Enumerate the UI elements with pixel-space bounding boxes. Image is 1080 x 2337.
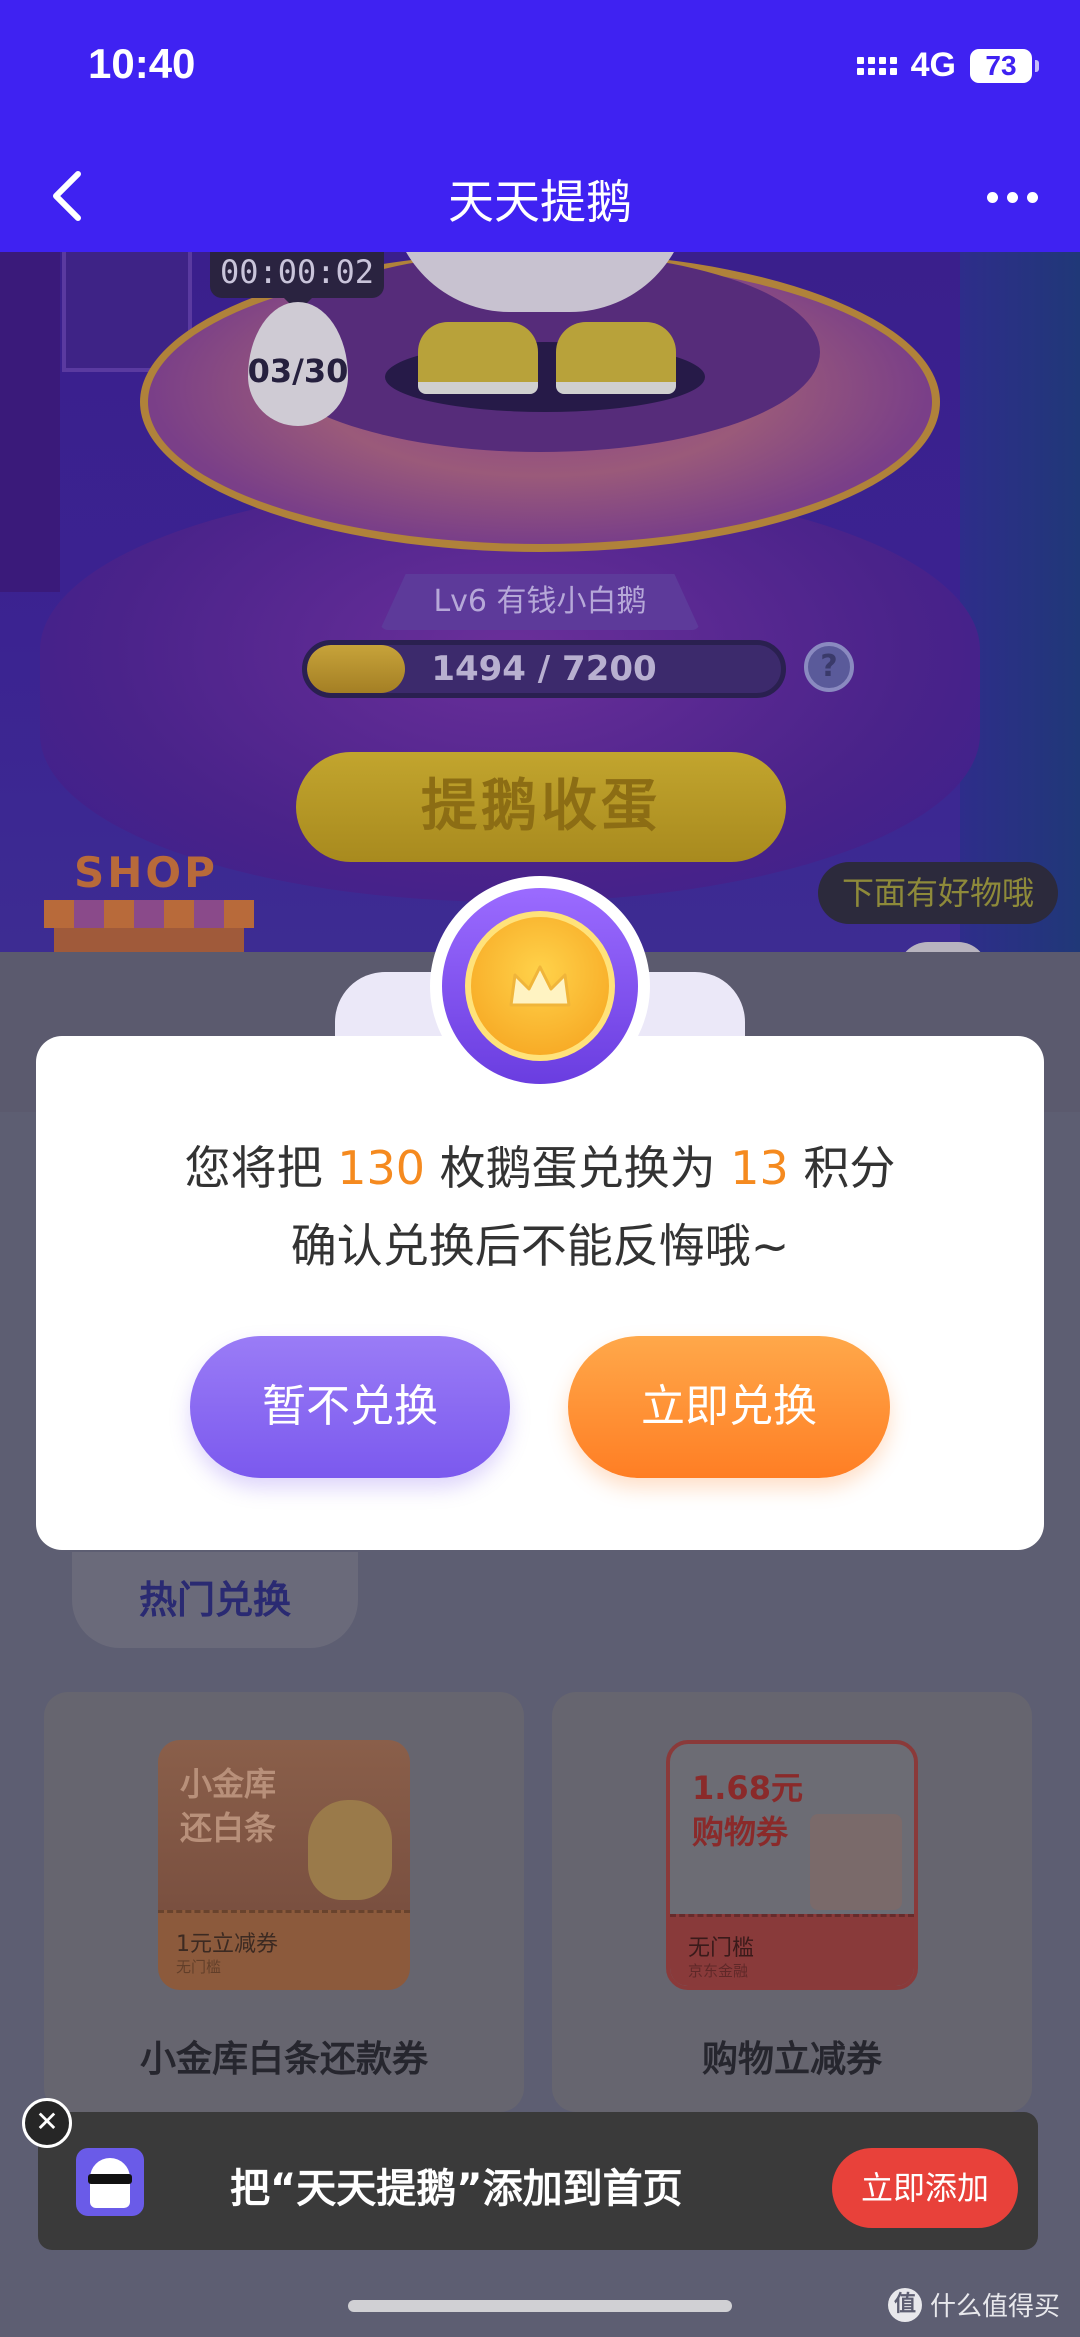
crown-icon [509, 965, 571, 1007]
goose-left-foot [418, 322, 538, 394]
coupon-note: 京东金融 [688, 1962, 749, 1980]
add-now-button[interactable]: 立即添加 [832, 2148, 1018, 2228]
harvest-button[interactable]: 提鹅收蛋 [296, 752, 786, 862]
signal-icon [856, 56, 897, 75]
egg-count: 03/30 [247, 352, 349, 390]
goose-right-foot [556, 322, 676, 394]
coupon-title-line: 购物券 [692, 1813, 789, 1851]
coupon-title-line: 小金库 [180, 1765, 277, 1803]
status-time: 10:40 [88, 40, 196, 87]
coupon-image: 小金库 还白条 1元立减券 无门槛 [158, 1740, 410, 1990]
card-label: 小金库白条还款券 [139, 2039, 428, 2080]
egg-amount: 130 [337, 1141, 425, 1195]
level-label: Lv6 有钱小白鹅 [380, 574, 700, 630]
exchange-confirm-dialog: 您将把 130 枚鹅蛋兑换为 13 积分 确认兑换后不能反悔哦~ 暂不兑换 立即… [36, 1036, 1044, 1550]
coupon-title-line: 还白条 [180, 1809, 277, 1847]
points-amount: 13 [730, 1141, 789, 1195]
more-button[interactable] [972, 162, 1052, 232]
coupon-subtitle: 1元立减券 [176, 1932, 278, 1957]
tab-hot-exchange[interactable]: 热门兑换 [72, 1552, 358, 1648]
crown-coin-icon [465, 911, 615, 1061]
coupon-image: 1.68元 购物券 无门槛 京东金融 [666, 1740, 918, 1990]
page-title: 天天提鹅 [448, 175, 632, 229]
shop-button[interactable]: SHOP [44, 848, 254, 952]
watermark-logo: 值 [887, 2287, 922, 2322]
close-icon[interactable]: ✕ [22, 2098, 72, 2148]
shopping-bag-icon [810, 1814, 902, 1910]
game-scene: 00:00:02 03/30 Lv6 有钱小白鹅 1494 / 7200 ? 提… [0, 252, 1080, 952]
medal-icon [430, 876, 650, 1096]
shop-icon [44, 900, 254, 928]
watermark-text: 什么值得买 [929, 2292, 1060, 2322]
battery-icon: 73 [970, 48, 1039, 83]
dialog-warning: 确认兑换后不能反悔哦~ [290, 1219, 790, 1273]
level-progress-text: 1494 / 7200 [431, 649, 657, 689]
app-icon [76, 2148, 144, 2216]
coupon-subtitle: 无门槛 [688, 1936, 755, 1961]
curtain-left [0, 252, 60, 592]
nav-bar: 天天提鹅 [0, 140, 1080, 252]
confirm-exchange-button[interactable]: 立即兑换 [568, 1336, 890, 1478]
network-type: 4G [910, 46, 956, 84]
add-to-home-text: 把“天天提鹅”添加到首页 [230, 2166, 683, 2212]
curtain-right [960, 252, 1080, 952]
egg-timer: 00:00:02 [210, 252, 384, 312]
money-bag-icon [308, 1800, 392, 1900]
home-indicator[interactable] [348, 2300, 732, 2312]
status-indicators: 4G 73 [856, 46, 1039, 85]
hint-bubble: 下面有好物哦 [818, 862, 1059, 924]
level-progress-bar: 1494 / 7200 [302, 640, 786, 698]
add-to-home-bar: 把“天天提鹅”添加到首页 立即添加 [38, 2112, 1038, 2250]
exchange-card[interactable]: 小金库 还白条 1元立减券 无门槛 小金库白条还款券 [44, 1692, 524, 2112]
card-label: 购物立减券 [701, 2039, 882, 2080]
more-dots-icon [986, 191, 998, 203]
watermark: 值 什么值得买 [887, 2286, 1060, 2323]
coupon-title-line: 1.68元 [692, 1769, 803, 1807]
exchange-card[interactable]: 1.68元 购物券 无门槛 京东金融 购物立减券 [552, 1692, 1032, 2112]
dialog-message: 您将把 130 枚鹅蛋兑换为 13 积分 [184, 1141, 896, 1195]
status-bar: 10:40 4G 73 [0, 0, 1080, 140]
help-button[interactable]: ? [804, 642, 854, 692]
shop-label: SHOP [74, 848, 218, 897]
cancel-exchange-button[interactable]: 暂不兑换 [190, 1336, 510, 1478]
coupon-note: 无门槛 [176, 1958, 222, 1976]
